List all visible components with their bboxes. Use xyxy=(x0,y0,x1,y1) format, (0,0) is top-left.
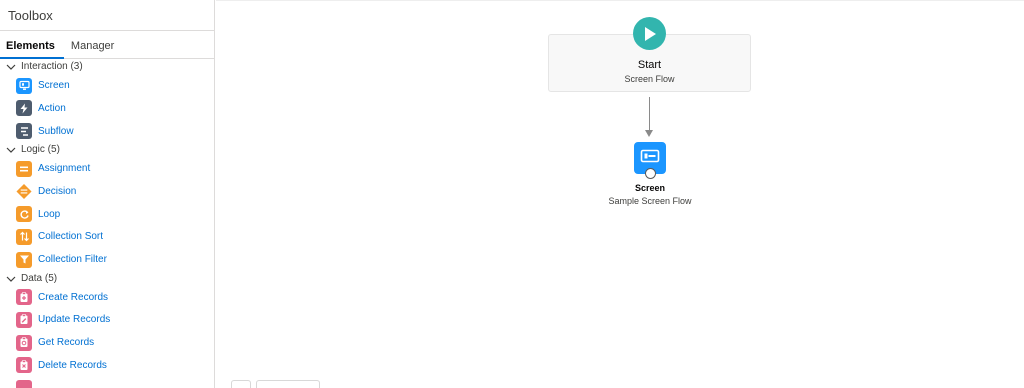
node-connector-dot[interactable] xyxy=(645,168,656,179)
screen-node-title: Screen xyxy=(634,183,666,193)
toolbox-panel: Toolbox Elements Manager Interaction (3)… xyxy=(0,0,215,388)
toolbox-item-label: Update Records xyxy=(38,314,111,326)
toolbox-item-decision[interactable]: Decision xyxy=(0,180,214,202)
chevron-down-icon xyxy=(6,147,16,153)
loop-icon xyxy=(16,206,32,223)
group-interaction[interactable]: Interaction (3) xyxy=(0,60,214,74)
connector-line[interactable] xyxy=(649,97,650,131)
toolbox-item-label: Subflow xyxy=(38,125,74,137)
toolbox-item-assignment[interactable]: Assignment xyxy=(0,158,214,180)
toolbox-item-label: Get Records xyxy=(38,337,95,349)
create-records-icon xyxy=(16,289,32,306)
toolbox-item-label: Decision xyxy=(38,185,77,197)
toolbox-item-label: Collection Sort xyxy=(38,231,104,243)
toolbox-item-partial[interactable] xyxy=(0,377,214,388)
flow-canvas[interactable]: Start Screen Flow Screen Sample Screen F… xyxy=(216,0,1024,388)
toolbox-item-subflow[interactable]: Subflow xyxy=(0,120,214,142)
toolbox-item-label: Action xyxy=(38,102,66,114)
start-node-icon[interactable] xyxy=(633,17,666,50)
toolbox-item-label: Create Records xyxy=(38,291,109,303)
group-label: Interaction (3) xyxy=(21,61,83,72)
toolbox-item-update-records[interactable]: Update Records xyxy=(0,309,214,331)
tab-elements[interactable]: Elements xyxy=(0,40,64,59)
screen-node-subtitle: Sample Screen Flow xyxy=(608,196,692,206)
screen-node[interactable] xyxy=(634,142,666,179)
chevron-down-icon xyxy=(6,64,16,70)
subflow-icon xyxy=(16,123,32,140)
toolbox-item-collection-filter[interactable]: Collection Filter xyxy=(0,249,214,271)
toolbox-item-delete-records[interactable]: Delete Records xyxy=(0,354,214,376)
records-icon xyxy=(16,379,32,388)
toolbox-item-label: Delete Records xyxy=(38,359,107,371)
toolbox-item-action[interactable]: Action xyxy=(0,97,214,119)
toolbox-item-screen[interactable]: Screen xyxy=(0,75,214,97)
toolbox-item-label: Screen xyxy=(38,80,70,92)
update-records-icon xyxy=(16,311,32,328)
start-node-title: Start xyxy=(637,59,662,71)
get-records-icon xyxy=(16,334,32,351)
screen-icon xyxy=(640,149,660,163)
group-label: Data (5) xyxy=(21,272,58,284)
tab-manager[interactable]: Manager xyxy=(69,40,120,58)
toolbox-item-label: Collection Filter xyxy=(38,254,107,265)
toolbox-tabs: Elements Manager xyxy=(0,31,214,59)
sort-icon xyxy=(16,228,32,245)
toolbox-item-collection-sort[interactable]: Collection Sort xyxy=(0,226,214,248)
canvas-control-button[interactable] xyxy=(231,380,251,388)
toolbox-item-create-records[interactable]: Create Records xyxy=(0,286,214,308)
connector-arrow-icon xyxy=(645,130,653,137)
assignment-icon xyxy=(16,160,32,177)
toolbox-title: Toolbox xyxy=(0,0,214,31)
play-icon xyxy=(644,26,656,41)
chevron-down-icon xyxy=(6,276,16,282)
zoom-controls[interactable] xyxy=(256,380,320,388)
delete-records-icon xyxy=(16,357,32,374)
toolbox-item-label: Assignment xyxy=(38,163,91,175)
lightning-icon xyxy=(16,100,32,117)
decision-icon xyxy=(16,183,32,199)
group-logic[interactable]: Logic (5) xyxy=(0,143,214,157)
group-label: Logic (5) xyxy=(21,144,60,156)
group-data[interactable]: Data (5) xyxy=(0,272,214,286)
toolbox-item-loop[interactable]: Loop xyxy=(0,203,214,225)
toolbox-item-get-records[interactable]: Get Records xyxy=(0,332,214,354)
toolbox-item-label: Loop xyxy=(38,208,61,220)
start-node-subtitle: Screen Flow xyxy=(624,74,675,84)
filter-icon xyxy=(16,251,32,268)
screen-icon xyxy=(16,77,32,94)
